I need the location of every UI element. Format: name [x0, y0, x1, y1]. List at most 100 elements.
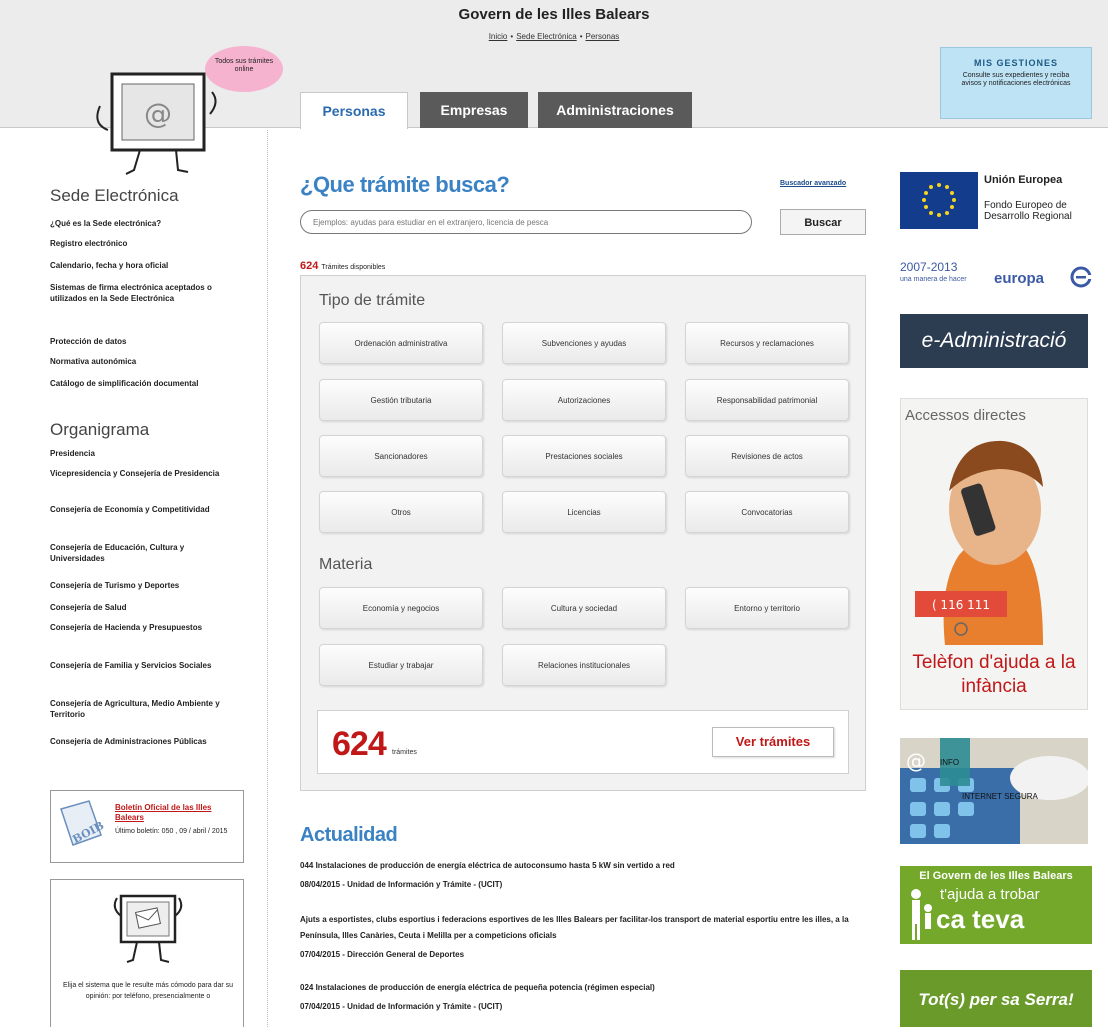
tot-per-sa-serra-banner[interactable]: Tot(s) per sa Serra! — [900, 970, 1092, 1027]
sidebar-item-presidencia[interactable]: Presidencia — [50, 448, 240, 459]
news-meta: 07/04/2015 - Unidad de Información y Trá… — [300, 1002, 503, 1011]
tipo-subvenciones[interactable]: Subvenciones y ayudas — [502, 322, 666, 364]
search-input[interactable] — [300, 210, 752, 234]
internet-segura-banner[interactable]: @ INFO INTERNET SEGURA — [900, 738, 1088, 844]
tipo-ordenacion[interactable]: Ordenación administrativa — [319, 322, 483, 364]
ca-teva-text: ca teva — [936, 904, 1025, 934]
sidebar-item-vicepresidencia[interactable]: Vicepresidencia y Consejería de Presiden… — [50, 468, 240, 479]
results-label: trámites — [392, 749, 417, 756]
eu-title: Unión Europea — [984, 174, 1063, 186]
breadcrumb-inicio[interactable]: Inicio — [489, 32, 508, 41]
news-item: Ajuts a esportistes, clubs esportius i f… — [300, 912, 866, 959]
tipo-otros[interactable]: Otros — [319, 491, 483, 533]
materia-relaciones[interactable]: Relaciones institucionales — [502, 644, 666, 686]
available-label: Trámites disponibles — [321, 264, 386, 271]
tab-empresas[interactable]: Empresas — [420, 92, 528, 128]
actualidad-heading: Actualidad — [300, 824, 398, 846]
boletin-last: Último boletín: 050 , 09 / abril / 2015 — [115, 828, 228, 835]
government-title: Govern de les Illes Balears — [458, 6, 650, 23]
breadcrumb-sede[interactable]: Sede Electrónica — [516, 32, 576, 41]
boletin-link[interactable]: Boletín Oficial de las Illes Balears — [115, 803, 235, 823]
tipo-sancionadores[interactable]: Sancionadores — [319, 435, 483, 477]
tab-personas[interactable]: Personas — [300, 92, 408, 129]
sede-heading: Sede Electrónica — [50, 186, 179, 205]
sidebar-item-catalogo[interactable]: Catálogo de simplificación documental — [50, 378, 240, 389]
materia-cultura[interactable]: Cultura y sociedad — [502, 587, 666, 629]
tipo-autorizaciones[interactable]: Autorizaciones — [502, 379, 666, 421]
materia-entorno[interactable]: Entorno y territorio — [685, 587, 849, 629]
tipo-revisiones[interactable]: Revisiones de actos — [685, 435, 849, 477]
eu-flag-icon — [900, 172, 978, 229]
e-administracio-banner[interactable]: e-Administració — [900, 314, 1088, 368]
sidebar-item-familia[interactable]: Consejería de Familia y Servicios Social… — [50, 660, 240, 671]
tipo-prestaciones[interactable]: Prestaciones sociales — [502, 435, 666, 477]
europa-banner[interactable]: 2007-2013 una manera de hacer europa — [900, 256, 1095, 292]
ajuda-trobar-text: t'ajuda a trobar — [940, 886, 1040, 903]
available-count: 624 Trámites disponibles — [300, 260, 385, 272]
europa-word: europa — [994, 270, 1045, 287]
opinion-box: Elija el sistema que le resulte más cómo… — [50, 879, 244, 1027]
opinion-text: Elija el sistema que le resulte más cómo… — [62, 982, 234, 1000]
sidebar-item-hacienda[interactable]: Consejería de Hacienda y Presupuestos — [50, 622, 240, 633]
materia-economia[interactable]: Economía y negocios — [319, 587, 483, 629]
results-box: 624 trámites Ver trámites — [317, 710, 849, 774]
news-title[interactable]: 044 Instalaciones de producción de energ… — [300, 858, 866, 874]
sidebar-item-que-es[interactable]: ¿Qué es la Sede electrónica? — [50, 218, 240, 229]
mis-gestiones-title: MIS GESTIONES — [973, 58, 1058, 68]
accessos-directes-banner[interactable]: Accessos directes ( 116 111 Telèfon d'aj… — [900, 398, 1088, 710]
phone-apps-image: @ — [900, 738, 1088, 844]
tipo-recursos[interactable]: Recursos y reclamaciones — [685, 322, 849, 364]
tab-administraciones[interactable]: Administraciones — [538, 92, 692, 128]
europa-tagline: una manera de hacer — [900, 276, 967, 283]
organigrama-heading: Organigrama — [50, 420, 150, 439]
advanced-search-link[interactable]: Buscador avanzado — [780, 180, 846, 187]
news-item: 024 Instalaciones de producción de energ… — [300, 980, 866, 1011]
accessos-title: Accessos directes — [905, 407, 1026, 424]
news-item: 044 Instalaciones de producción de energ… — [300, 858, 866, 889]
tipo-heading: Tipo de trámite — [319, 292, 426, 309]
mis-gestiones-description: Consulte sus expedientes y reciba avisos… — [961, 72, 1071, 87]
mail-monitor-icon — [113, 894, 183, 963]
filter-panel: Tipo de trámite Ordenación administrativ… — [300, 275, 866, 791]
news-meta: 07/04/2015 - Dirección General de Deport… — [300, 950, 465, 959]
europa-years: 2007-2013 — [900, 260, 958, 274]
sidebar-item-calendario[interactable]: Calendario, fecha y hora oficial — [50, 260, 240, 271]
tipo-gestion-tributaria[interactable]: Gestión tributaria — [319, 379, 483, 421]
svg-text:@: @ — [144, 97, 172, 130]
sidebar-item-agricultura[interactable]: Consejería de Agricultura, Medio Ambient… — [50, 698, 240, 720]
tipo-responsabilidad[interactable]: Responsabilidad patrimonial — [685, 379, 849, 421]
sidebar-item-registro[interactable]: Registro electrónico — [50, 238, 240, 249]
tipo-convocatorias[interactable]: Convocatorias — [685, 491, 849, 533]
materia-estudiar[interactable]: Estudiar y trabajar — [319, 644, 483, 686]
svg-text:@: @ — [906, 749, 926, 773]
sidebar-item-normativa[interactable]: Normativa autonómica — [50, 356, 240, 367]
sidebar-item-economia[interactable]: Consejería de Economía y Competitividad — [50, 504, 240, 515]
tipo-licencias[interactable]: Licencias — [502, 491, 666, 533]
ca-teva-banner[interactable]: El Govern de les Illes Balears t'ajuda a… — [900, 866, 1092, 944]
mis-gestiones-box[interactable]: MIS GESTIONES Consulte sus expedientes y… — [940, 47, 1092, 119]
family-silhouette-icon — [911, 889, 932, 940]
svg-text:( 116 111: ( 116 111 — [932, 598, 990, 612]
sidebar-item-salud[interactable]: Consejería de Salud — [50, 602, 240, 613]
news-title[interactable]: Ajuts a esportistes, clubs esportius i f… — [300, 912, 866, 944]
breadcrumb-personas[interactable]: Personas — [586, 32, 620, 41]
site-header: Govern de les Illes Balears Inicio • Sede … — [0, 0, 1108, 175]
breadcrumb: Inicio • Sede Electrónica • Personas — [488, 32, 620, 41]
eu-banner[interactable]: Unión Europea Fondo Europeo de Desarroll… — [900, 172, 1100, 230]
sidebar-item-administraciones[interactable]: Consejería de Administraciones Públicas — [50, 736, 240, 747]
left-sidebar: Sede Electrónica ¿Qué es la Sede electró… — [0, 130, 268, 1027]
govern-line: El Govern de les Illes Balears — [919, 870, 1073, 882]
news-title[interactable]: 024 Instalaciones de producción de energ… — [300, 980, 866, 996]
sidebar-item-educacion[interactable]: Consejería de Educación, Cultura y Unive… — [50, 542, 240, 564]
results-count: 624 — [332, 725, 387, 763]
available-number: 624 — [300, 260, 319, 272]
search-title: ¿Que trámite busca? — [300, 172, 510, 197]
sidebar-item-firma[interactable]: Sistemas de firma electrónica aceptados … — [50, 282, 240, 304]
ver-tramites-button[interactable]: Ver trámites — [712, 727, 834, 757]
europa-e-icon — [1070, 266, 1092, 288]
info-text: INFO — [940, 758, 960, 767]
sidebar-item-turismo[interactable]: Consejería de Turismo y Deportes — [50, 580, 240, 591]
sidebar-item-proteccion[interactable]: Protección de datos — [50, 336, 240, 347]
telefon-ajuda-text: Telèfon d'ajuda a la infància — [912, 652, 1076, 697]
search-button[interactable]: Buscar — [780, 209, 866, 235]
